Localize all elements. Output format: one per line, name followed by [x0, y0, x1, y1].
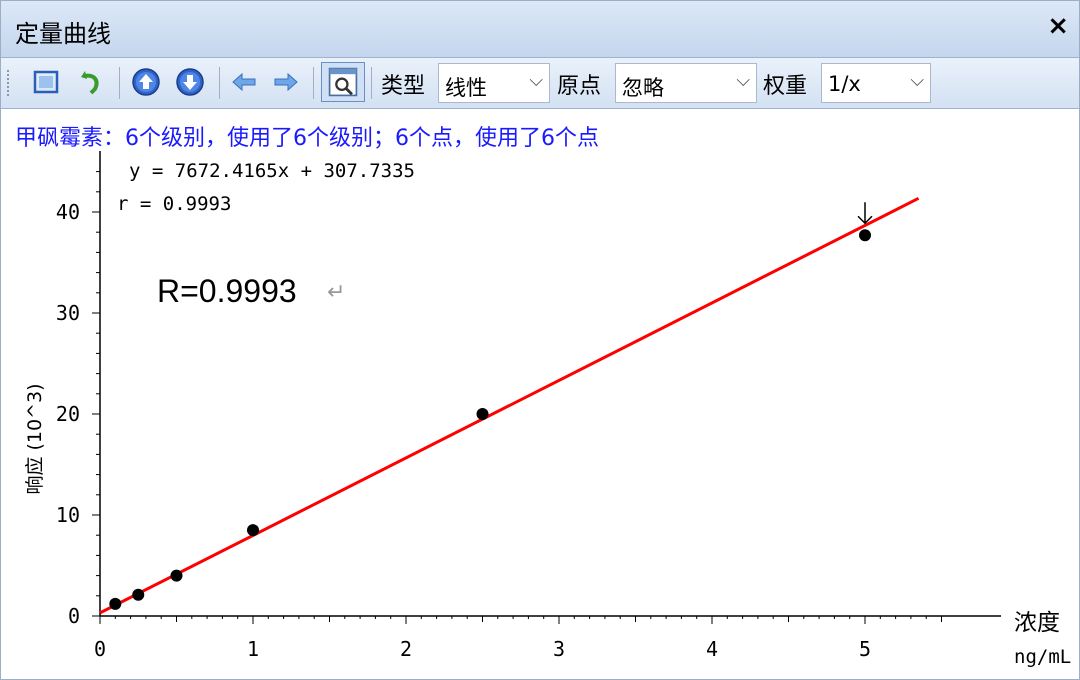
zoom-view-button[interactable] [321, 62, 365, 102]
fit-line [99, 196, 920, 615]
type-label: 类型 [381, 74, 426, 99]
x-tick-label: 5 [859, 637, 871, 661]
data-point [132, 588, 145, 601]
fit-view-button[interactable] [29, 65, 63, 99]
next-icon [274, 72, 298, 92]
y-tick-label: 10 [56, 503, 80, 527]
x-tick-label: 4 [706, 637, 718, 661]
data-point [247, 524, 259, 537]
calibration-curve-window: 定量曲线 × 类型 线性 ⌵ 原点 忽略 ⌵ 权重 1/x ⌵ 甲砜霉素：6个级… [0, 0, 1080, 680]
y-tick-label: 40 [56, 200, 80, 224]
origin-select-value: 忽略 [622, 76, 664, 100]
x-tick-label: 2 [400, 637, 412, 661]
previous-button[interactable] [227, 65, 261, 99]
window-title: 定量曲线 [15, 20, 111, 48]
weight-select[interactable]: 1/x ⌵ [821, 63, 931, 103]
y-tick-label: 20 [56, 402, 80, 426]
y-tick-label: 30 [56, 301, 80, 325]
data-point [170, 569, 183, 582]
move-down-icon [176, 68, 204, 96]
y-axis-label: 响应 (10^3) [24, 383, 46, 494]
x-axis-label: 浓度 [1014, 610, 1060, 636]
type-select-value: 线性 [445, 76, 487, 100]
r-annotation: R=0.9993 [157, 273, 297, 309]
chevron-down-icon: ⌵ [736, 70, 750, 91]
fit-view-icon [33, 70, 59, 94]
data-point [476, 408, 489, 420]
move-up-button[interactable] [129, 65, 163, 99]
toolbar-grip[interactable] [7, 70, 13, 96]
fit-equation: y = 7672.4165x + 307.7335 [129, 160, 415, 182]
title-bar: 定量曲线 × [1, 1, 1079, 58]
weight-label: 权重 [763, 74, 808, 99]
x-axis-unit: ng/mL [1014, 646, 1071, 668]
return-mark-icon: ↵ [327, 280, 345, 305]
origin-label: 原点 [557, 74, 602, 99]
undo-icon [81, 71, 99, 95]
undo-button[interactable] [73, 65, 107, 99]
zoom-view-icon [328, 67, 358, 97]
toolbar: 类型 线性 ⌵ 原点 忽略 ⌵ 权重 1/x ⌵ [1, 58, 1079, 109]
calibration-chart[interactable]: 甲砜霉素：6个级别，使用了6个级别；6个点，使用了6个点 y = 7672.41… [1, 109, 1079, 679]
origin-select[interactable]: 忽略 ⌵ [615, 63, 757, 103]
type-select[interactable]: 线性 ⌵ [438, 63, 550, 103]
marker-arrow-icon [857, 202, 873, 225]
chevron-down-icon: ⌵ [910, 70, 924, 91]
chevron-down-icon: ⌵ [529, 70, 543, 91]
x-tick-label: 3 [553, 637, 565, 661]
weight-select-value: 1/x [828, 72, 861, 96]
data-point [109, 597, 122, 610]
correlation-coefficient: r = 0.9993 [117, 193, 231, 215]
x-tick-label: 1 [247, 637, 259, 661]
data-point [859, 229, 871, 242]
next-button[interactable] [269, 65, 303, 99]
close-button[interactable]: × [1047, 11, 1069, 41]
chart-title: 甲砜霉素：6个级别，使用了6个级别；6个点，使用了6个点 [15, 126, 599, 151]
move-down-button[interactable] [173, 65, 207, 99]
x-tick-label: 0 [94, 637, 106, 661]
previous-icon [232, 72, 256, 92]
y-tick-label: 0 [68, 604, 80, 628]
move-up-icon [132, 68, 160, 96]
